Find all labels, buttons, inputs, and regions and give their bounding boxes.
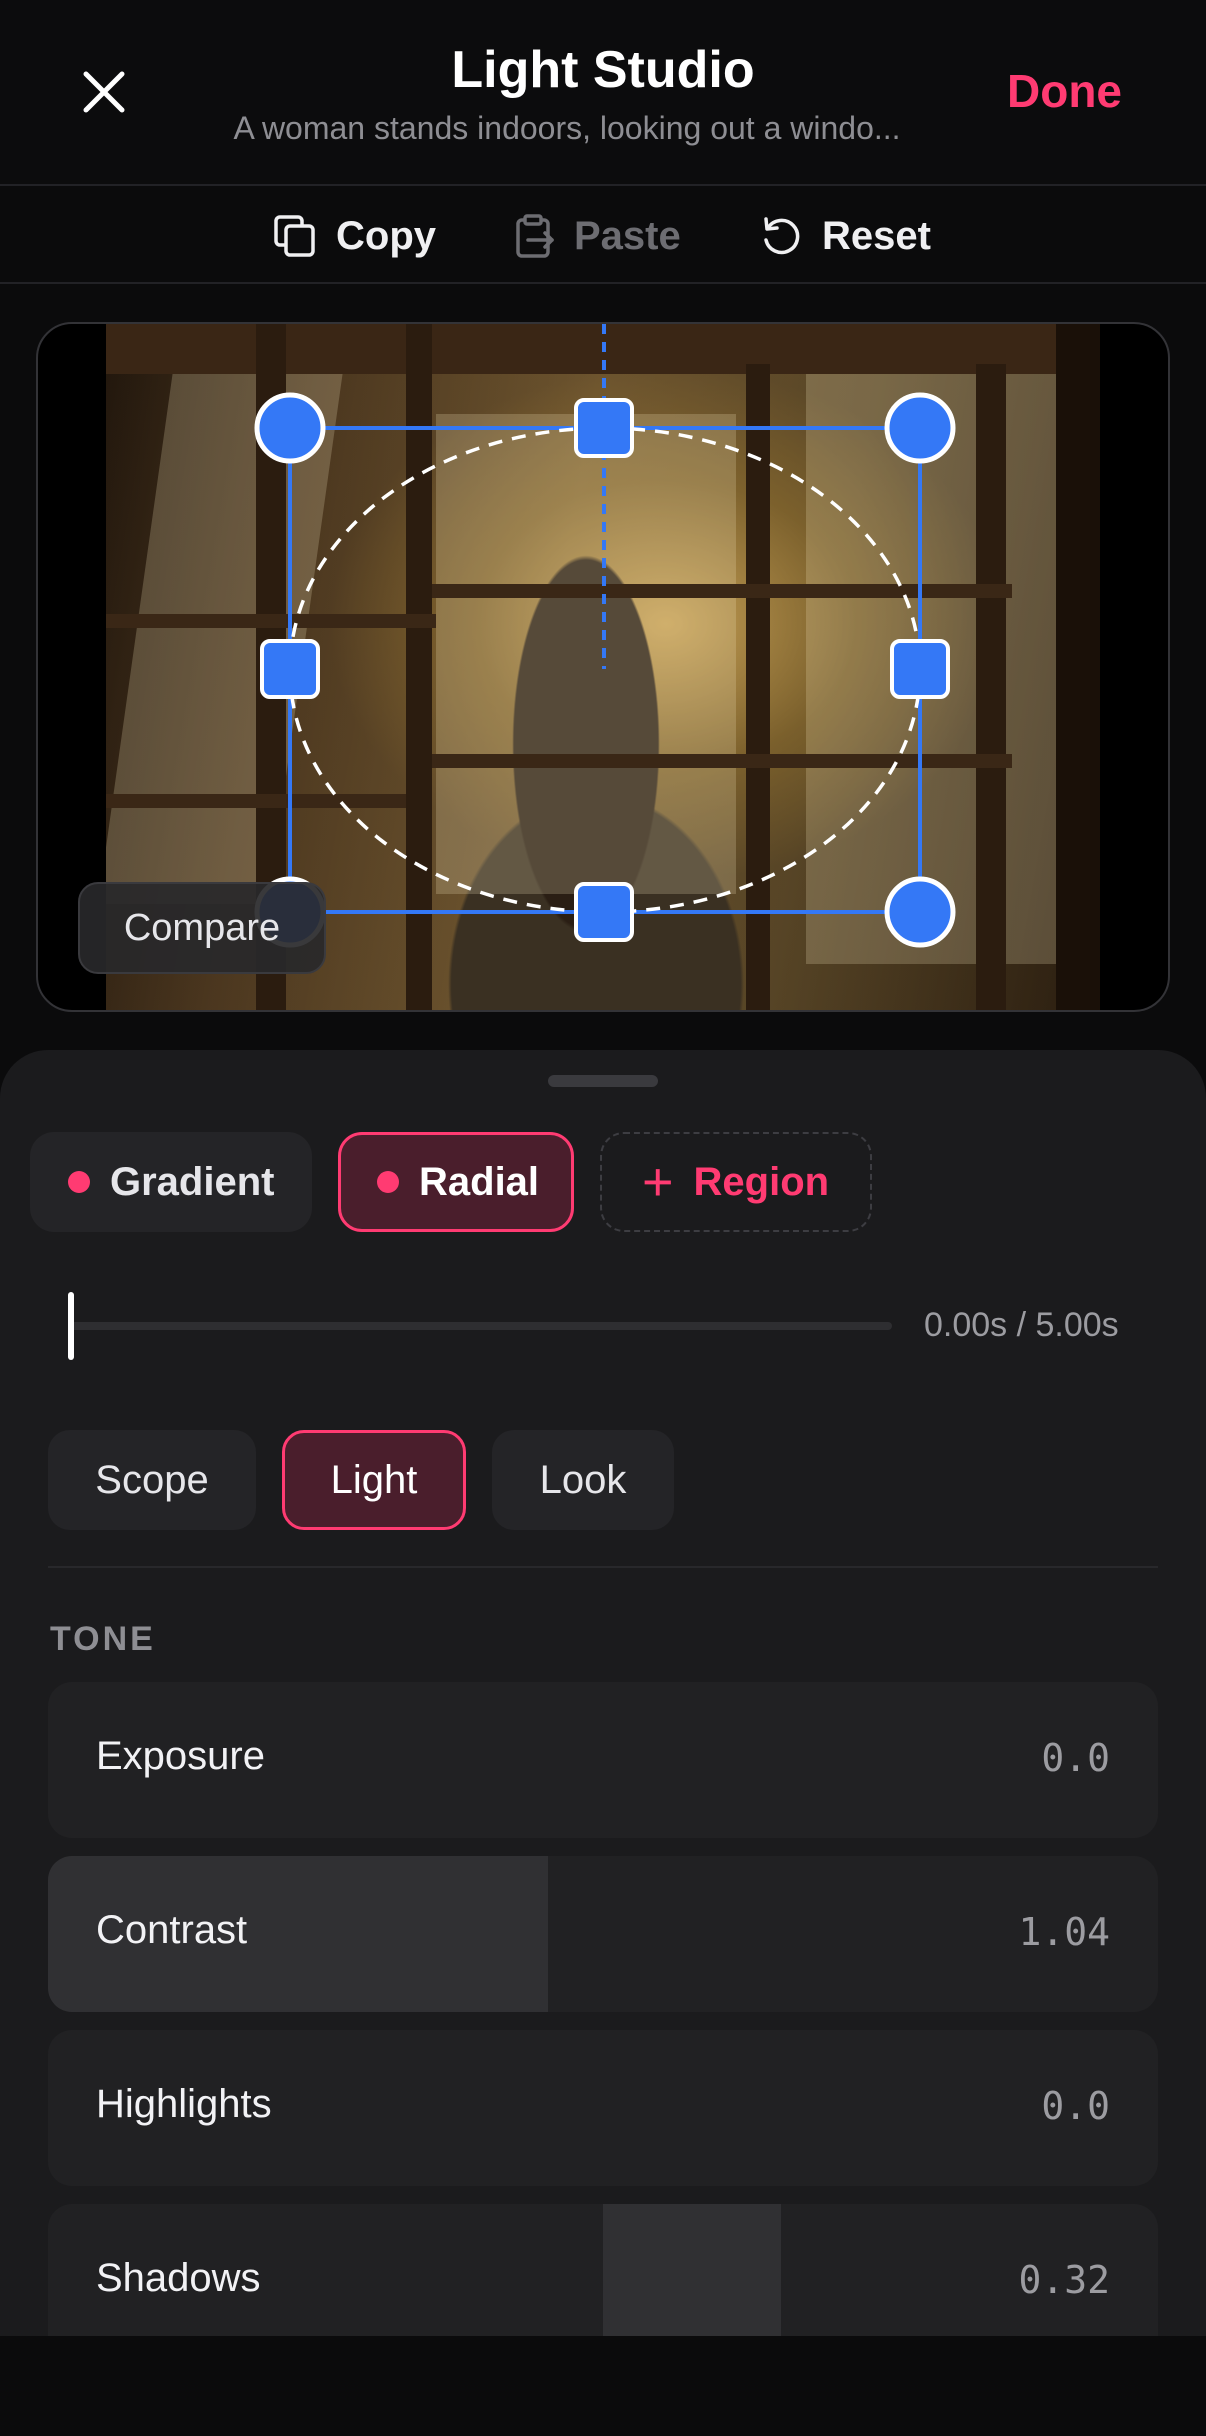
paste-button[interactable]: Paste [514,210,681,262]
reset-arrow-icon [764,217,800,255]
clipboard-paste-icon [516,214,554,258]
timeline-scrubber[interactable] [70,1322,892,1330]
slider-shadows[interactable]: Shadows 0.32 [48,2204,1158,2336]
edge-handle-top[interactable] [574,398,634,458]
mask-chip-radial[interactable]: Radial [338,1132,574,1232]
add-region-button[interactable]: + Region [600,1132,872,1232]
copy-button[interactable]: Copy [272,210,436,262]
paste-label: Paste [574,213,681,258]
adjustments-panel: Gradient Radial + Region 0.00s / 5.00s S… [0,1050,1206,2336]
slider-value: 0.0 [1041,1736,1110,1780]
slider-value: 1.04 [1018,1910,1110,1954]
reset-label: Reset [822,213,931,258]
timeline-playhead[interactable] [68,1292,74,1360]
slider-contrast[interactable]: Contrast 1.04 [48,1856,1158,2012]
mask-bounding-box [288,426,922,914]
done-button[interactable]: Done [1007,64,1122,118]
section-divider [48,1566,1158,1568]
timeline-time: 0.00s / 5.00s [924,1306,1119,1344]
edge-handle-left[interactable] [260,639,320,699]
slider-label: Exposure [96,1734,265,1778]
copy-icon [274,215,315,257]
tab-look[interactable]: Look [492,1430,674,1530]
edge-handle-right[interactable] [890,639,950,699]
compare-button[interactable]: Compare [78,882,326,974]
corner-handle-top-left[interactable] [254,392,326,464]
home-indicator-area [0,2336,1206,2436]
mask-chip-label: Gradient [110,1159,275,1204]
add-region-label: Region [693,1159,830,1204]
page-subtitle: A woman stands indoors, looking out a wi… [233,110,901,146]
tab-light[interactable]: Light [282,1430,466,1530]
corner-handle-bottom-right[interactable] [884,876,956,948]
slider-fill [603,2204,781,2336]
mask-ellipse [288,426,922,914]
tab-scope[interactable]: Scope [48,1430,256,1530]
mask-dot-icon [377,1171,399,1193]
slider-value: 0.0 [1041,2084,1110,2128]
plus-icon: + [642,1152,674,1212]
header-bar: Light Studio A woman stands indoors, loo… [0,0,1206,186]
slider-value: 0.32 [1018,2258,1110,2302]
slider-label: Highlights [96,2082,272,2126]
mask-chip-gradient[interactable]: Gradient [30,1132,312,1232]
slider-exposure[interactable]: Exposure 0.0 [48,1682,1158,1838]
edge-handle-bottom[interactable] [574,882,634,942]
section-label-tone: TONE [50,1620,156,1658]
reset-button[interactable]: Reset [758,210,931,262]
corner-handle-top-right[interactable] [884,392,956,464]
panel-grabber[interactable] [548,1075,658,1087]
mask-dot-icon [68,1171,90,1193]
copy-label: Copy [336,213,436,258]
image-preview[interactable]: Compare [36,322,1170,1012]
edit-toolbar: Copy Paste Reset [0,188,1206,284]
slider-highlights[interactable]: Highlights 0.0 [48,2030,1158,2186]
slider-label: Contrast [96,1908,248,1952]
slider-label: Shadows [96,2256,261,2300]
mask-chip-label: Radial [419,1159,540,1204]
